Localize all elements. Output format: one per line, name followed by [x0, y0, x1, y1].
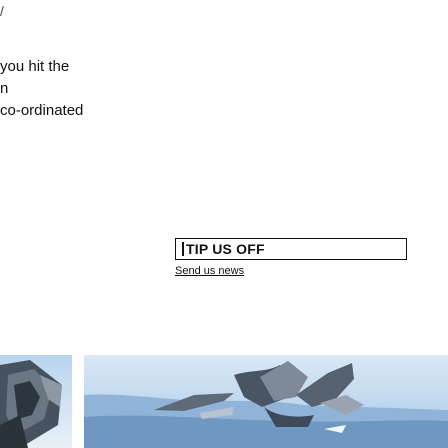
tip-us-off-title: TIP US OFF	[186, 241, 265, 257]
article-text-line: n	[0, 80, 9, 97]
slash-mark: /	[0, 3, 4, 19]
page: / you hit the n co-ordinated TIP US OFF …	[0, 0, 448, 448]
tip-box-accent-bar	[182, 242, 184, 256]
left-photo-image	[0, 355, 72, 448]
article-text: you hit the n co-ordinated	[0, 56, 110, 122]
article-text-line: co-ordinated	[0, 102, 84, 119]
tip-us-off-box[interactable]: TIP US OFF	[175, 238, 407, 260]
right-photo-image	[84, 355, 448, 448]
right-photo-thumbnail[interactable]	[84, 355, 448, 448]
left-photo-thumbnail[interactable]	[0, 355, 72, 448]
article-text-line: you hit the	[0, 58, 70, 75]
send-us-news-link[interactable]: Send us news	[175, 265, 244, 277]
